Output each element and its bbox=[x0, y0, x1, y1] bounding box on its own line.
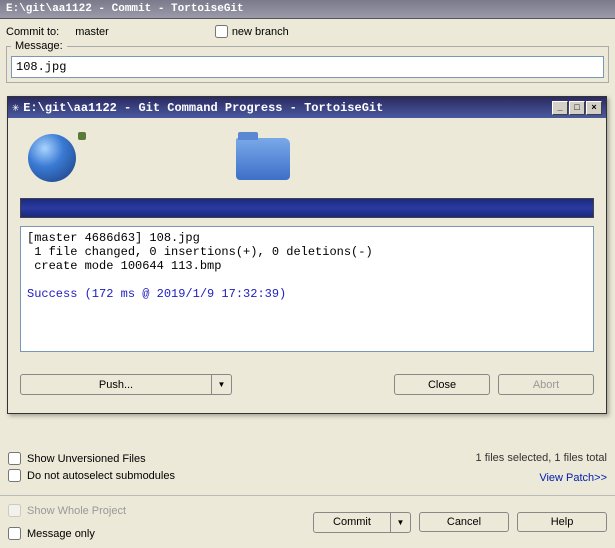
view-patch-link[interactable]: View Patch>> bbox=[539, 472, 607, 484]
help-button[interactable]: Help bbox=[517, 512, 607, 532]
cancel-button[interactable]: Cancel bbox=[419, 512, 509, 532]
no-autoselect-label: Do not autoselect submodules bbox=[27, 470, 175, 482]
abort-button: Abort bbox=[498, 374, 594, 395]
push-dropdown-arrow[interactable]: ▼ bbox=[212, 374, 232, 395]
maximize-button[interactable]: □ bbox=[569, 101, 585, 115]
parent-window-title: E:\git\aa1122 - Commit - TortoiseGit bbox=[0, 0, 615, 19]
commit-to-value: master bbox=[75, 26, 109, 38]
selection-status: 1 files selected, 1 files total bbox=[476, 452, 607, 464]
dialog-title: E:\git\aa1122 - Git Command Progress - T… bbox=[23, 101, 552, 115]
success-line: Success (172 ms @ 2019/1/9 17:32:39) bbox=[27, 287, 286, 301]
progress-bar bbox=[20, 198, 594, 218]
no-autoselect-checkbox[interactable] bbox=[8, 469, 21, 482]
output-log[interactable]: [master 4686d63] 108.jpg 1 file changed,… bbox=[20, 226, 594, 352]
show-unversioned-checkbox[interactable] bbox=[8, 452, 21, 465]
push-button[interactable]: Push... bbox=[20, 374, 212, 395]
new-branch-label: new branch bbox=[232, 26, 289, 38]
app-icon: ✳ bbox=[12, 100, 19, 115]
close-button[interactable]: Close bbox=[394, 374, 490, 395]
commit-button[interactable]: Commit bbox=[313, 512, 391, 533]
new-branch-checkbox[interactable] bbox=[215, 25, 228, 38]
folder-icon bbox=[236, 138, 290, 180]
message-fieldset: Message: bbox=[6, 40, 609, 83]
minimize-button[interactable]: _ bbox=[552, 101, 568, 115]
commit-dropdown-arrow[interactable]: ▼ bbox=[391, 512, 411, 533]
show-whole-project-label: Show Whole Project bbox=[27, 505, 126, 517]
commit-message-input[interactable] bbox=[11, 56, 604, 78]
close-window-button[interactable]: × bbox=[586, 101, 602, 115]
message-only-checkbox[interactable] bbox=[8, 527, 21, 540]
progress-dialog: ✳ E:\git\aa1122 - Git Command Progress -… bbox=[7, 96, 607, 414]
message-legend: Message: bbox=[11, 40, 67, 52]
globe-icon bbox=[28, 134, 76, 182]
commit-to-label: Commit to: bbox=[6, 26, 59, 38]
show-unversioned-label: Show Unversioned Files bbox=[27, 453, 146, 465]
show-whole-project-checkbox bbox=[8, 504, 21, 517]
message-only-label: Message only bbox=[27, 528, 95, 540]
